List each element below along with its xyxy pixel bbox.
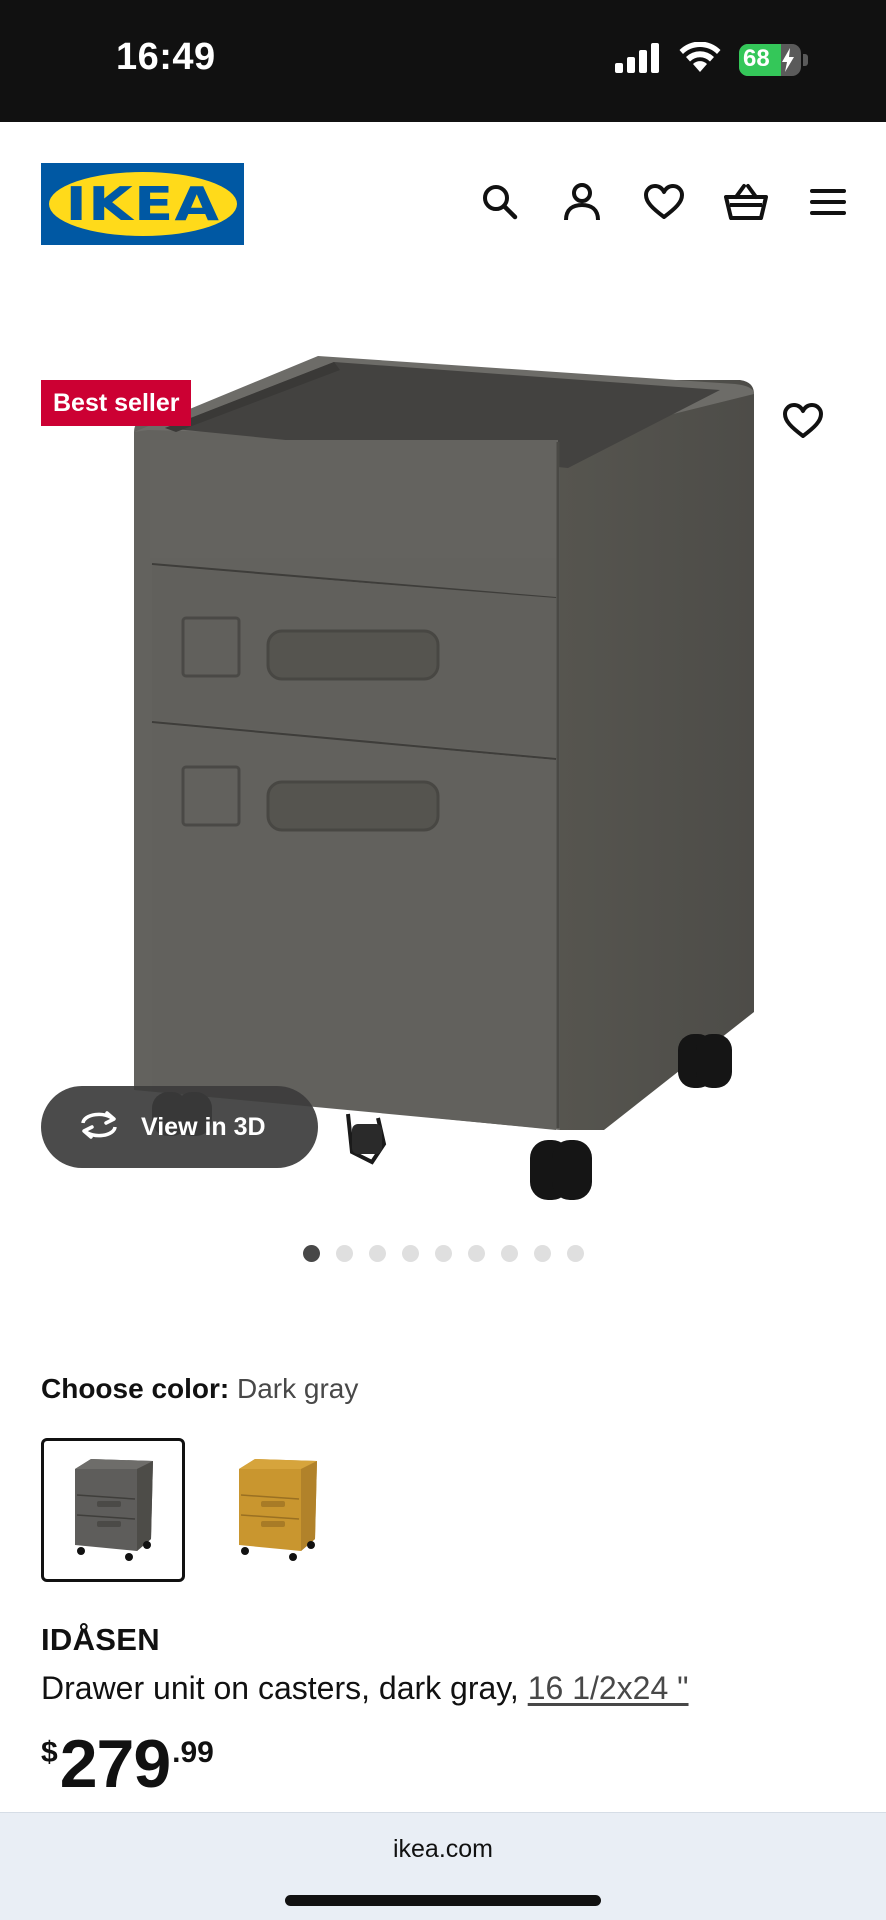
carousel-dot[interactable] bbox=[434, 1245, 452, 1262]
search-icon[interactable] bbox=[478, 180, 522, 224]
logo-text: IKEA bbox=[65, 177, 220, 231]
price-decimal: .99 bbox=[172, 1736, 214, 1769]
cellular-signal-icon bbox=[615, 42, 661, 78]
menu-icon[interactable] bbox=[806, 180, 850, 224]
status-time: 16:49 bbox=[116, 36, 216, 78]
carousel-dot[interactable] bbox=[533, 1245, 551, 1262]
carousel-dot[interactable] bbox=[500, 1245, 518, 1262]
ikea-logo[interactable]: IKEA bbox=[41, 163, 244, 245]
charging-bolt-icon bbox=[782, 48, 794, 72]
color-swatches bbox=[41, 1438, 349, 1582]
wifi-icon bbox=[679, 41, 721, 79]
best-seller-badge: Best seller bbox=[41, 380, 192, 426]
price-integer: 279 bbox=[59, 1726, 171, 1802]
product-name: IDÅSEN bbox=[41, 1622, 160, 1657]
product-description: Drawer unit on casters, dark gray, 16 1/… bbox=[41, 1670, 689, 1707]
favorite-heart-icon[interactable] bbox=[778, 396, 828, 446]
header-nav bbox=[478, 180, 850, 224]
basket-icon[interactable] bbox=[724, 180, 768, 224]
product-size-link[interactable]: 16 1/2x24 " bbox=[528, 1670, 689, 1706]
carousel-dot[interactable] bbox=[401, 1245, 419, 1262]
battery-charging-icon: 68 bbox=[739, 44, 808, 76]
view-in-3d-button[interactable]: View in 3D bbox=[41, 1086, 318, 1168]
carousel-dot[interactable] bbox=[368, 1245, 386, 1262]
url-text[interactable]: ikea.com bbox=[0, 1835, 886, 1864]
product-description-text: Drawer unit on casters, dark gray, bbox=[41, 1670, 528, 1706]
wishlist-icon[interactable] bbox=[642, 180, 686, 224]
battery-indicator: 68 bbox=[739, 44, 801, 76]
carousel-dot[interactable] bbox=[566, 1245, 584, 1262]
choose-color-label: Choose color: bbox=[41, 1373, 230, 1404]
color-swatch-yellow[interactable] bbox=[205, 1438, 349, 1582]
home-indicator[interactable] bbox=[285, 1895, 601, 1906]
carousel-dots bbox=[0, 1245, 886, 1262]
battery-cap bbox=[803, 54, 808, 66]
status-icons: 68 bbox=[615, 40, 808, 80]
logo-oval: IKEA bbox=[48, 172, 237, 236]
site-header: IKEA bbox=[0, 122, 886, 282]
product-price: $ 279 .99 bbox=[41, 1726, 214, 1802]
price-currency: $ bbox=[41, 1736, 58, 1769]
dark-gray-thumbnail bbox=[75, 1459, 153, 1561]
choose-color-row: Choose color: Dark gray bbox=[41, 1373, 358, 1405]
carousel-dot[interactable] bbox=[467, 1245, 485, 1262]
color-swatch-dark-gray[interactable] bbox=[41, 1438, 185, 1582]
view-in-3d-label: View in 3D bbox=[141, 1112, 266, 1141]
battery-percent: 68 bbox=[743, 45, 770, 72]
browser-url-bar[interactable]: ikea.com bbox=[0, 1812, 886, 1920]
yellow-thumbnail bbox=[239, 1459, 317, 1561]
selected-color-value: Dark gray bbox=[237, 1373, 359, 1404]
status-bar: 16:49 68 bbox=[0, 0, 886, 122]
rotate-3d-icon bbox=[77, 1109, 121, 1146]
account-icon[interactable] bbox=[560, 180, 604, 224]
carousel-dot[interactable] bbox=[302, 1245, 320, 1262]
carousel-dot[interactable] bbox=[335, 1245, 353, 1262]
